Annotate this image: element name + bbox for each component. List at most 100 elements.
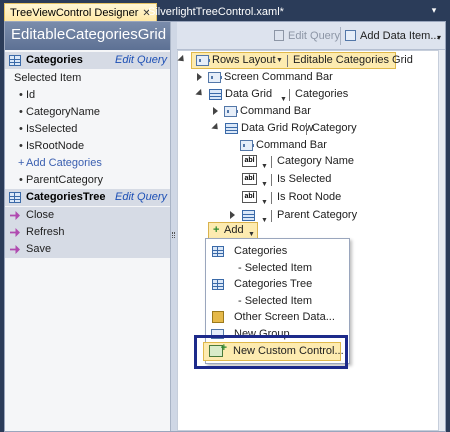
node-label: Parent Category (277, 209, 358, 221)
picker-icon (242, 210, 255, 221)
member-label: Categories (26, 54, 83, 66)
menu-item-label: Other Screen Data... (234, 311, 335, 323)
text-box-icon: abl (242, 155, 257, 167)
vertical-scrollbar[interactable] (439, 50, 445, 431)
plus-icon: + (213, 224, 220, 236)
document-tab-strip: TreeViewControl Designer ✕ SilverlightTre… (0, 0, 450, 21)
separator (271, 156, 272, 168)
node-label: Is Root Node (277, 191, 342, 203)
method-close[interactable]: Close (5, 207, 170, 224)
menu-item-categories-tree[interactable]: Categories Tree (206, 276, 349, 292)
data-grid-row-icon (225, 123, 238, 134)
member-label: Selected Item (14, 72, 82, 84)
node-name: Category (312, 122, 357, 134)
list-item[interactable]: Selected Item (5, 70, 170, 87)
expand-arrow-icon[interactable] (197, 73, 202, 81)
list-item[interactable]: • IsSelected (5, 121, 170, 138)
menu-item-categories[interactable]: Categories (206, 243, 349, 259)
add-data-item-label: Add Data Item... (360, 30, 440, 42)
splitter-grip-icon (172, 232, 175, 238)
bullet-icon: • (19, 89, 23, 101)
menu-item-selected-item[interactable]: - Selected Item (206, 293, 349, 309)
custom-control-icon (209, 340, 227, 357)
edit-query-label: Edit Query (288, 30, 340, 42)
member-label: CategoriesTree (26, 191, 106, 203)
node-name: Editable Categories Grid (293, 54, 413, 66)
text-box-icon: abl (242, 173, 257, 185)
plus-icon: + (18, 157, 25, 169)
folder-icon (212, 311, 224, 323)
dropdown-arrow-icon[interactable]: ▼ (261, 176, 268, 193)
separator (289, 89, 290, 101)
screen-title[interactable]: EditableCategoriesGrid (11, 26, 166, 43)
tab-dropdown-icon[interactable]: ▾ (428, 4, 440, 16)
node-label: Category Name (277, 155, 355, 167)
expand-arrow-icon[interactable] (230, 211, 235, 219)
node-label: Data Grid (225, 88, 273, 100)
dropdown-arrow-icon[interactable]: ▼ (276, 57, 283, 64)
method-icon (10, 228, 20, 237)
list-item[interactable]: • IsRootNode (5, 138, 170, 155)
separator (271, 192, 272, 204)
designer-toolbar: Edit Query Add Data Item... ▾ (177, 22, 445, 50)
method-icon (10, 245, 20, 254)
separator (306, 123, 307, 135)
node-label: Data Grid Row (241, 122, 314, 134)
list-item[interactable]: • ParentCategory (5, 172, 170, 189)
method-icon (10, 211, 20, 220)
member-label: Add Categories (26, 157, 102, 169)
member-label: ParentCategory (26, 174, 104, 186)
member-label: CategoryName (26, 106, 100, 118)
screen-title-header: EditableCategoriesGrid (5, 22, 170, 50)
menu-item-label: New Custom Control... (233, 345, 344, 357)
separator (271, 174, 272, 186)
list-item[interactable]: • Id (5, 87, 170, 104)
data-member-categories[interactable]: Categories Edit Query (5, 52, 170, 69)
dropdown-arrow-icon[interactable]: ▼ (261, 194, 268, 211)
dropdown-arrow-icon[interactable]: ▼ (261, 158, 268, 175)
layout-icon (196, 55, 210, 66)
bullet-icon: • (19, 140, 23, 152)
node-label: Command Bar (240, 105, 311, 117)
member-label: Id (26, 89, 36, 101)
toolbar-overflow-icon[interactable]: ▾ (437, 30, 441, 46)
data-members-panel: EditableCategoriesGrid Categories Edit Q… (5, 22, 171, 431)
menu-item-label: Categories (234, 245, 288, 257)
add-data-item-button[interactable]: Add Data Item... (345, 28, 439, 44)
bullet-icon: • (19, 106, 23, 118)
text-box-icon: abl (242, 191, 257, 203)
node-label: Screen Command Bar (224, 71, 333, 83)
bullet-icon: • (19, 123, 23, 135)
menu-item-new-custom-control[interactable]: New Custom Control... (203, 340, 344, 361)
menu-item-other-screen-data[interactable]: Other Screen Data... (206, 309, 349, 325)
node-label: Rows Layout (212, 54, 276, 66)
member-label: IsSelected (26, 123, 78, 135)
collection-icon (212, 279, 224, 290)
tab-label: TreeViewControl Designer (10, 7, 139, 19)
menu-item-selected-item[interactable]: - Selected Item (206, 260, 349, 276)
edit-query-button[interactable]: Edit Query (274, 28, 340, 44)
edit-query-link[interactable]: Edit Query (115, 52, 167, 69)
edit-query-link[interactable]: Edit Query (115, 189, 167, 206)
method-save[interactable]: Save (5, 241, 170, 258)
bullet-icon: • (19, 174, 23, 186)
rows-layout-node[interactable]: Rows Layout ▼ Editable Categories Grid (191, 52, 413, 69)
command-bar-icon (224, 106, 238, 117)
collection-icon (9, 55, 21, 66)
tab-treeviewcontrol-designer[interactable]: TreeViewControl Designer ✕ (4, 3, 157, 21)
dropdown-arrow-icon[interactable]: ▼ (261, 212, 268, 229)
node-label: Command Bar (256, 139, 327, 151)
tab-silverlighttreecontrol-xaml[interactable]: SilverlightTreeControl.xaml* (143, 3, 289, 21)
add-button[interactable]: + Add ▼ (208, 222, 258, 239)
separator (287, 55, 288, 67)
menu-item-label: Categories Tree (234, 278, 313, 290)
query-icon (274, 30, 284, 41)
method-refresh[interactable]: Refresh (5, 224, 170, 241)
menu-item-label: - Selected Item (238, 295, 312, 307)
add-data-item-icon (345, 30, 356, 41)
data-member-categoriestree[interactable]: CategoriesTree Edit Query (5, 189, 170, 206)
menu-item-label: - Selected Item (238, 262, 312, 274)
list-item[interactable]: • CategoryName (5, 104, 170, 121)
add-categories-link[interactable]: + Add Categories (5, 155, 170, 172)
expand-arrow-icon[interactable] (213, 107, 218, 115)
